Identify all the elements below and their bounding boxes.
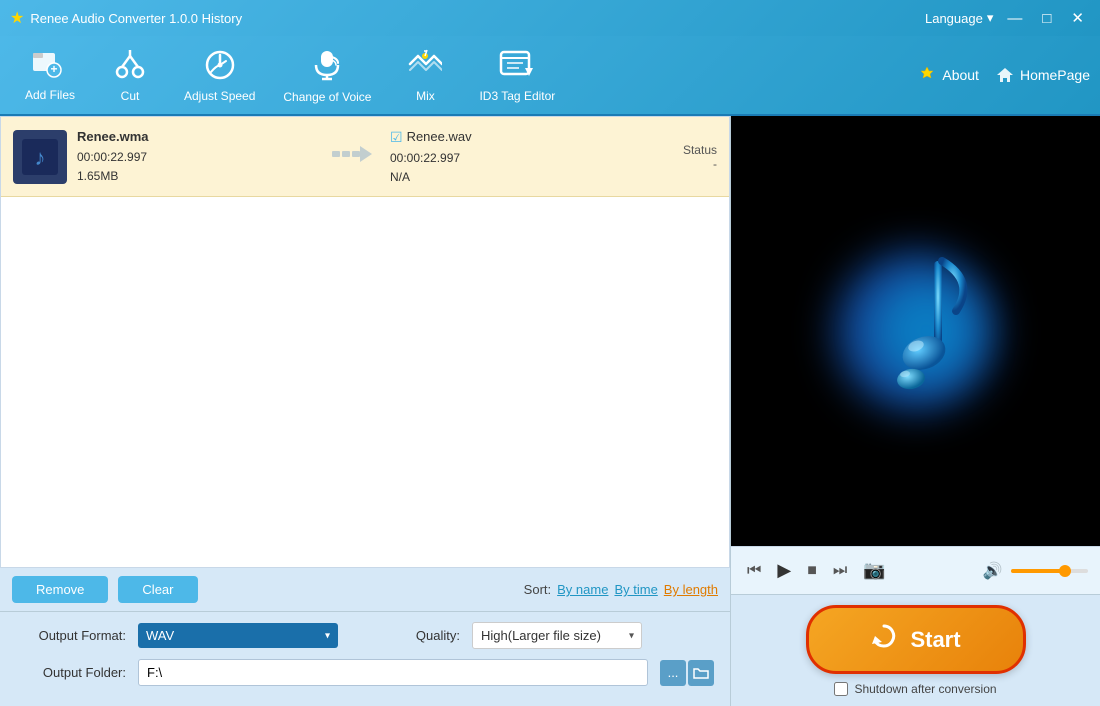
title-bar: ★ Renee Audio Converter 1.0.0 History La…: [0, 0, 1100, 36]
svg-text:♪: ♪: [35, 145, 46, 170]
player-controls: ⏮ ▶ ■ ⏭ 📷 🔊: [731, 546, 1100, 594]
file-list: ♪ Renee.wma 00:00:22.997 1.65MB: [0, 116, 730, 568]
clear-button[interactable]: Clear: [118, 576, 197, 603]
music-visualization: [816, 231, 1016, 431]
volume-slider[interactable]: [1011, 569, 1088, 573]
sort-area: Sort: By name By time By length: [524, 582, 718, 597]
adjust-speed-label: Adjust Speed: [184, 89, 255, 103]
folder-buttons: ...: [660, 660, 714, 686]
input-duration: 00:00:22.997: [77, 148, 314, 167]
start-area: Start Shutdown after conversion: [731, 594, 1100, 706]
output-format-wrapper: WAV ▾: [138, 623, 338, 648]
play-button[interactable]: ▶: [773, 558, 795, 583]
start-button-icon: [870, 622, 898, 657]
change-voice-icon: [310, 47, 344, 86]
remove-button[interactable]: Remove: [12, 576, 108, 603]
output-folder-label: Output Folder:: [16, 665, 126, 680]
stop-button[interactable]: ■: [803, 560, 821, 582]
id3-tag-label: ID3 Tag Editor: [479, 89, 555, 103]
volume-thumb: [1059, 565, 1071, 577]
output-duration: 00:00:22.997: [390, 149, 627, 168]
output-folder-input[interactable]: [138, 659, 648, 686]
start-label: Start: [910, 627, 960, 653]
input-size: 1.65MB: [77, 167, 314, 186]
shutdown-row: Shutdown after conversion: [834, 682, 996, 696]
output-filename-row: ☑ Renee.wav: [390, 126, 627, 148]
mix-label: Mix: [416, 89, 435, 103]
svg-text:+: +: [50, 62, 57, 76]
output-folder-row: Output Folder: ...: [16, 659, 714, 686]
output-filename: Renee.wav: [407, 127, 472, 148]
status-label: Status: [637, 143, 717, 157]
title-bar-controls: Language ▾ — □ ✕: [925, 9, 1090, 28]
toolbar-change-voice[interactable]: Change of Voice: [269, 41, 385, 110]
start-button[interactable]: Start: [806, 605, 1026, 674]
preview-area: [731, 116, 1100, 546]
settings-area: Output Format: WAV ▾ Quality: High(Large…: [0, 611, 730, 706]
language-label: Language: [925, 11, 983, 26]
maximize-button[interactable]: □: [1036, 9, 1057, 28]
file-status: Status -: [637, 143, 717, 171]
homepage-button[interactable]: HomePage: [995, 65, 1090, 85]
quality-wrapper: High(Larger file size) ▾: [472, 622, 642, 649]
quality-select[interactable]: High(Larger file size): [472, 622, 642, 649]
output-format-row: Output Format: WAV ▾ Quality: High(Large…: [16, 622, 714, 649]
volume-icon: 🔊: [983, 561, 1003, 581]
file-input-info: Renee.wma 00:00:22.997 1.65MB: [77, 127, 314, 186]
sort-by-name[interactable]: By name: [557, 582, 608, 597]
toolbar-id3-tag[interactable]: ID3 Tag Editor: [465, 42, 569, 109]
minimize-button[interactable]: —: [1001, 9, 1028, 28]
id3-tag-icon: [499, 48, 535, 85]
about-button[interactable]: About: [917, 65, 979, 85]
toolbar-adjust-speed[interactable]: Adjust Speed: [170, 42, 269, 109]
toolbar-mix[interactable]: Mix: [385, 42, 465, 109]
change-voice-label: Change of Voice: [283, 90, 371, 104]
file-thumbnail: ♪: [13, 130, 67, 184]
language-dropdown-icon: ▾: [987, 10, 994, 26]
skip-back-button[interactable]: ⏮: [743, 560, 765, 582]
toolbar-right: About HomePage: [917, 65, 1090, 85]
quality-label: Quality:: [350, 628, 460, 643]
action-bar: Remove Clear Sort: By name By time By le…: [0, 568, 730, 611]
right-panel: ⏮ ▶ ■ ⏭ 📷 🔊 Start: [730, 116, 1100, 706]
adjust-speed-icon: [203, 48, 237, 85]
mix-icon: [408, 48, 442, 85]
app-logo-icon: ★: [10, 8, 24, 28]
add-files-icon: +: [33, 49, 67, 84]
cut-icon: [114, 48, 146, 85]
toolbar: + Add Files Cut Ad: [0, 36, 1100, 116]
close-button[interactable]: ✕: [1065, 9, 1090, 28]
music-note-svg: [816, 231, 1016, 431]
file-output-info: ☑ Renee.wav 00:00:22.997 N/A: [390, 126, 627, 187]
output-format-select[interactable]: WAV: [138, 623, 338, 648]
browse-folder-button[interactable]: ...: [660, 660, 686, 686]
main-area: ♪ Renee.wma 00:00:22.997 1.65MB: [0, 116, 1100, 706]
left-panel: ♪ Renee.wma 00:00:22.997 1.65MB: [0, 116, 730, 706]
skip-forward-button[interactable]: ⏭: [829, 560, 851, 582]
add-files-label: Add Files: [25, 88, 75, 102]
output-extra: N/A: [390, 168, 627, 187]
about-label: About: [942, 67, 979, 83]
output-checkbox-icon: ☑: [390, 126, 403, 148]
sort-by-length[interactable]: By length: [664, 582, 718, 597]
input-filename: Renee.wma: [77, 127, 314, 148]
sort-label: Sort:: [524, 582, 551, 597]
output-format-label: Output Format:: [16, 628, 126, 643]
open-folder-button[interactable]: [688, 660, 714, 686]
convert-arrow-icon: [332, 142, 372, 172]
status-value: -: [637, 157, 717, 171]
language-selector[interactable]: Language ▾: [925, 10, 993, 26]
toolbar-cut[interactable]: Cut: [90, 42, 170, 109]
shutdown-label: Shutdown after conversion: [854, 682, 996, 696]
homepage-label: HomePage: [1020, 67, 1090, 83]
table-row[interactable]: ♪ Renee.wma 00:00:22.997 1.65MB: [1, 117, 729, 197]
toolbar-add-files[interactable]: + Add Files: [10, 43, 90, 108]
shutdown-checkbox[interactable]: [834, 682, 848, 696]
cut-label: Cut: [121, 89, 140, 103]
screenshot-button[interactable]: 📷: [859, 558, 889, 583]
app-title: Renee Audio Converter 1.0.0 History: [30, 11, 925, 26]
sort-by-time[interactable]: By time: [614, 582, 657, 597]
